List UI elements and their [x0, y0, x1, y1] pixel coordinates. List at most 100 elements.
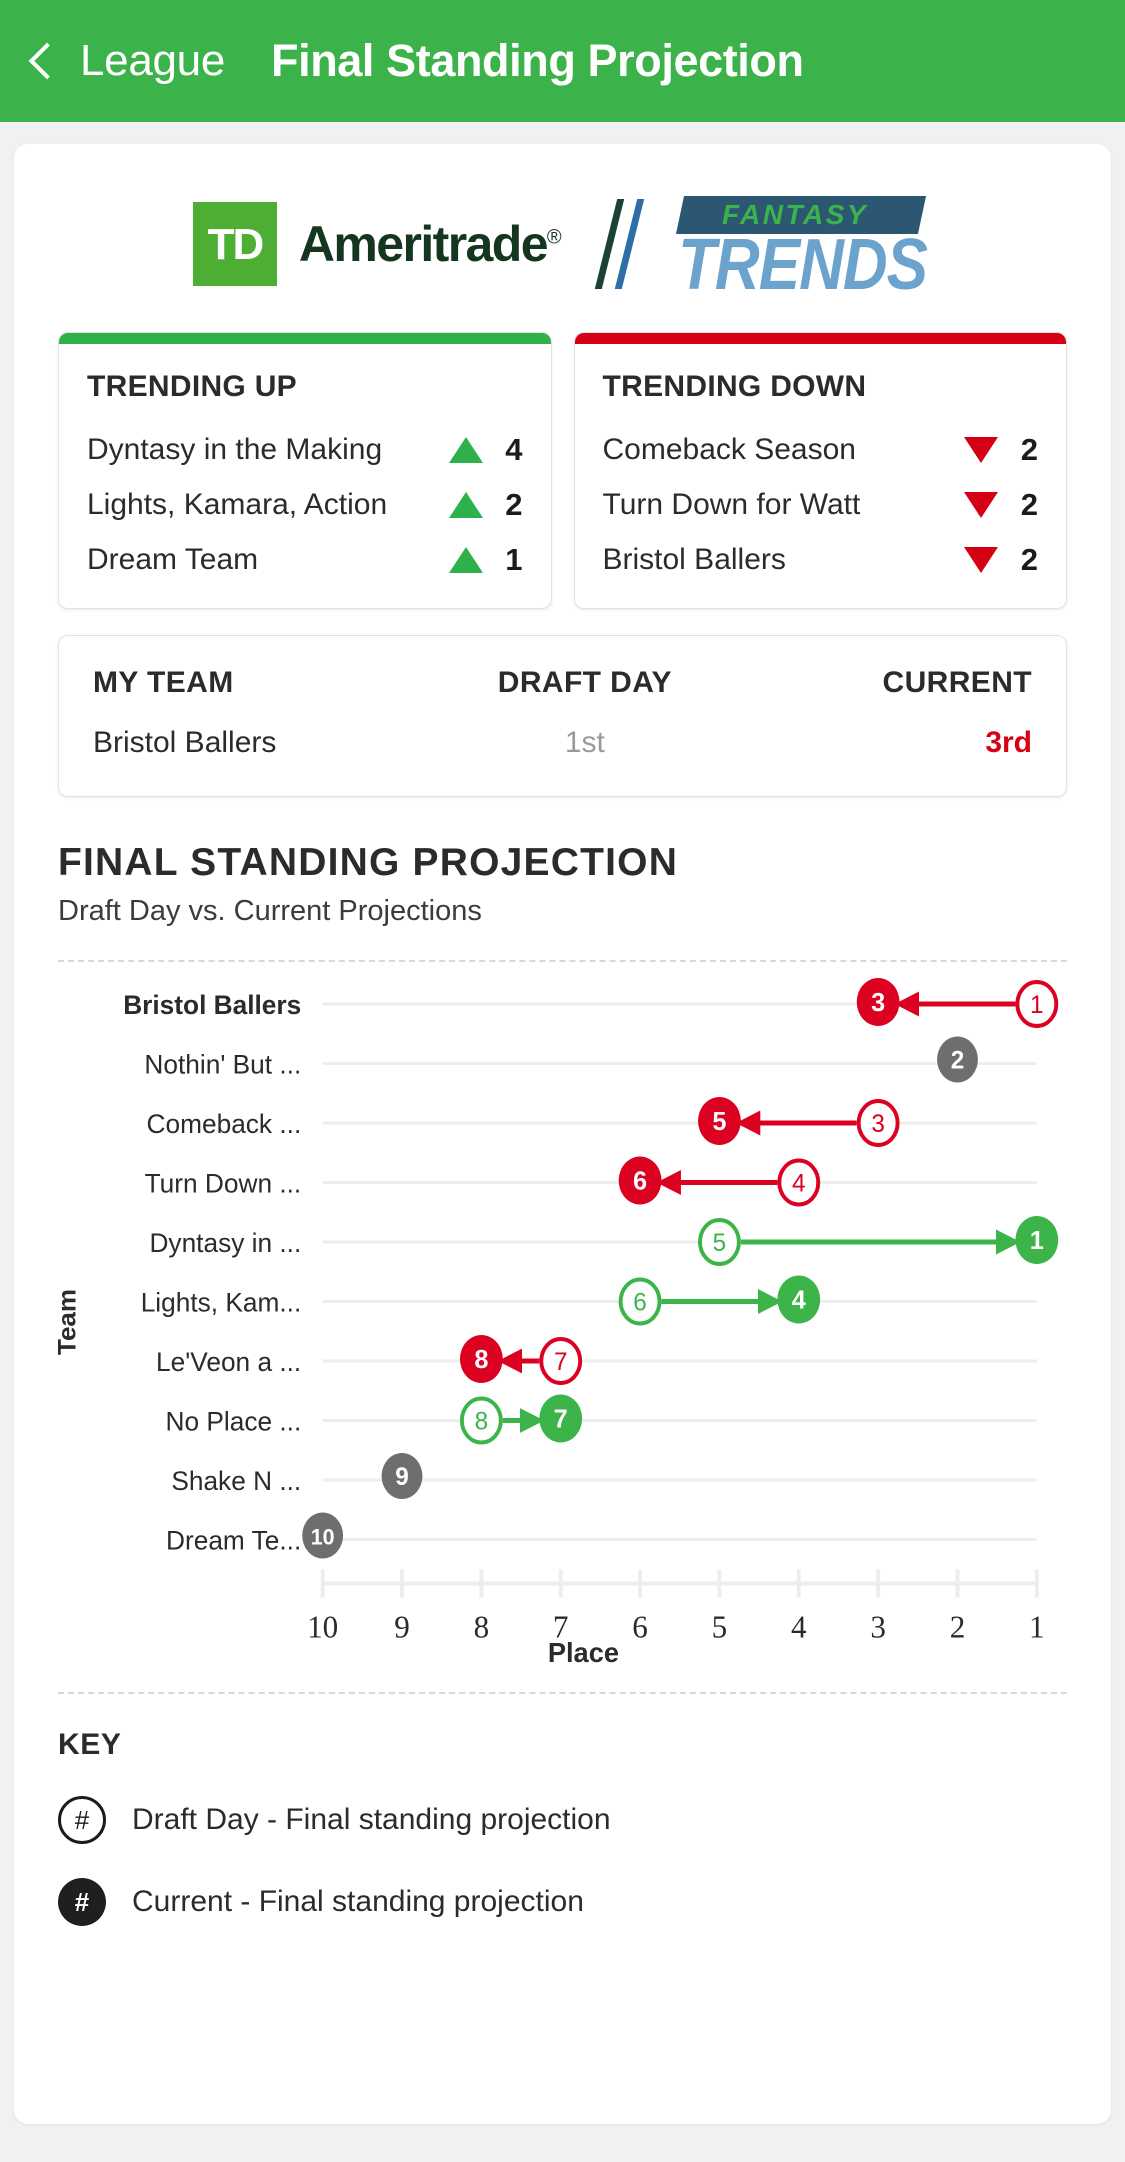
- chart-x-tick-label: 6: [632, 1609, 648, 1644]
- key-title: KEY: [58, 1728, 122, 1761]
- chart-section-header: FINAL STANDING PROJECTION Draft Day vs. …: [14, 797, 1111, 928]
- svg-text:8: 8: [474, 1346, 488, 1374]
- trending-down-item-value: 2: [1020, 542, 1038, 577]
- chart-marker-up[interactable]: 64: [618, 1275, 821, 1326]
- double-slash-divider-icon: [584, 199, 660, 289]
- chart-y-axis-title: Team: [58, 1289, 81, 1355]
- svg-text:7: 7: [554, 1349, 568, 1376]
- chart-marker-down[interactable]: 46: [618, 1156, 821, 1207]
- my-team-draft-day-place: 1st: [564, 726, 605, 759]
- trending-down-accent-bar: [574, 333, 1066, 344]
- trending-down-card: TRENDING DOWN Comeback Season 2 Turn Dow…: [573, 332, 1067, 609]
- trending-down-item[interactable]: Comeback Season 2: [603, 432, 1039, 468]
- triangle-up-icon: [448, 437, 483, 463]
- sponsor-logo-row: TD Ameritrade® FANTASY TRENDS: [14, 144, 1111, 318]
- triangle-up-icon: [448, 492, 483, 518]
- trending-down-item[interactable]: Bristol Ballers 2: [603, 542, 1039, 578]
- chart-team-label: Turn Down ...: [145, 1168, 302, 1198]
- trending-down-heading: TRENDING DOWN: [602, 370, 867, 403]
- trending-down-item-name: Comeback Season: [602, 433, 856, 466]
- svg-text:4: 4: [792, 1286, 807, 1314]
- chart-svg: Bristol Ballers Nothin' But ... Comeback .…: [58, 978, 1059, 1668]
- chart-marker-down[interactable]: 35: [698, 1097, 900, 1147]
- current-column-header: CURRENT: [882, 666, 1032, 699]
- my-team-name: Bristol Ballers: [93, 726, 277, 759]
- chart-x-tick-label: 3: [870, 1609, 886, 1644]
- trending-up-item-name: Dream Team: [87, 543, 259, 576]
- chart-marker-up[interactable]: 51: [698, 1216, 1059, 1266]
- td-ameritrade-logo: TD Ameritrade®: [192, 202, 562, 286]
- chart-marker-down[interactable]: 78: [459, 1335, 583, 1385]
- trending-up-item[interactable]: Dyntasy in the Making 4: [87, 432, 523, 468]
- chart-markers: 13235465 16 4788 7910: [302, 978, 1059, 1559]
- td-logo-word-text: Ameritrade: [298, 216, 549, 272]
- chart-team-label: Dyntasy in ...: [149, 1228, 301, 1258]
- svg-text:5: 5: [713, 1230, 727, 1257]
- trending-down-item-value: 2: [1020, 432, 1038, 467]
- trending-up-card: TRENDING UP Dyntasy in the Making 4 Ligh…: [58, 332, 552, 609]
- final-standing-chart: Bristol Ballers Nothin' But ... Comeback .…: [58, 962, 1067, 1682]
- svg-text:1: 1: [1030, 1227, 1044, 1255]
- chart-marker-neutral[interactable]: 2: [937, 1036, 978, 1083]
- triangle-down-icon: [964, 437, 998, 463]
- my-team-header-row: MY TEAM DRAFT DAY CURRENT: [93, 666, 1032, 700]
- chart-team-label: Nothin' But ...: [144, 1049, 301, 1079]
- page-title: Final Standing Projection: [271, 35, 804, 86]
- chart-marker-up[interactable]: 87: [459, 1394, 583, 1445]
- svg-text:7: 7: [554, 1405, 568, 1433]
- chart-team-label: Le'Veon a ...: [156, 1347, 301, 1377]
- chart-marker-neutral[interactable]: 10: [302, 1512, 344, 1559]
- chart-team-label: Shake N ...: [171, 1466, 301, 1496]
- chart-key: KEY # Draft Day - Final standing project…: [14, 1694, 1111, 1926]
- td-logo-mark: TD: [192, 202, 277, 286]
- trending-up-item-name: Dyntasy in the Making: [87, 433, 383, 466]
- top-navigation-bar: League Final Standing Projection: [0, 0, 1125, 122]
- trending-up-heading: TRENDING UP: [87, 370, 297, 403]
- registered-trademark-icon: ®: [546, 226, 562, 249]
- td-logo-mark-text: TD: [207, 220, 265, 269]
- chart-marker-neutral[interactable]: 9: [381, 1453, 423, 1499]
- fantasy-trends-bottom-text: TRENDS: [678, 225, 928, 306]
- my-team-card: MY TEAM DRAFT DAY CURRENT Bristol Baller…: [58, 635, 1067, 797]
- chart-team-label: Lights, Kam...: [141, 1287, 302, 1317]
- key-item-label: Current - Final standing projection: [132, 1885, 584, 1918]
- key-item-label: Draft Day - Final standing projection: [132, 1803, 611, 1836]
- svg-text:3: 3: [871, 989, 885, 1017]
- svg-text:10: 10: [311, 1524, 335, 1549]
- chart-x-tick-label: 4: [791, 1609, 807, 1644]
- chart-team-label: No Place ...: [166, 1406, 302, 1436]
- triangle-up-icon: [448, 547, 483, 573]
- my-team-column-header: MY TEAM: [93, 666, 234, 699]
- chart-gridlines: [322, 1002, 1037, 1541]
- trending-up-body: TRENDING UP Dyntasy in the Making 4 Ligh…: [59, 344, 551, 608]
- trending-up-item[interactable]: Lights, Kamara, Action 2: [87, 487, 523, 523]
- trending-cards-row: TRENDING UP Dyntasy in the Making 4 Ligh…: [14, 332, 1111, 609]
- chart-x-tick-label: 8: [474, 1609, 490, 1644]
- trending-up-item[interactable]: Dream Team 1: [87, 542, 523, 578]
- trending-up-item-value: 1: [505, 542, 523, 577]
- trending-up-item-value: 2: [505, 487, 523, 522]
- chart-x-tick-label: 2: [950, 1609, 966, 1644]
- trending-down-body: TRENDING DOWN Comeback Season 2 Turn Dow…: [575, 344, 1067, 608]
- triangle-down-icon: [964, 547, 998, 573]
- back-button-label: League: [80, 36, 226, 85]
- my-team-value-row: Bristol Ballers 1st 3rd: [93, 726, 1032, 760]
- trending-down-item-value: 2: [1020, 487, 1038, 522]
- content-sheet: TD Ameritrade® FANTASY TRENDS TRENDING U…: [14, 144, 1111, 2124]
- trending-up-accent-bar: [59, 333, 551, 344]
- chart-title: FINAL STANDING PROJECTION: [58, 841, 679, 884]
- chart-marker-down[interactable]: 13: [856, 978, 1059, 1028]
- triangle-down-icon: [964, 492, 998, 518]
- draft-day-column-header: DRAFT DAY: [497, 666, 672, 699]
- back-button[interactable]: League: [28, 36, 225, 86]
- trending-up-item-value: 4: [505, 432, 523, 467]
- trending-down-item-name: Turn Down for Watt: [602, 488, 861, 521]
- chart-team-label: Dream Te...: [166, 1525, 301, 1555]
- svg-text:6: 6: [633, 1289, 647, 1316]
- trending-down-item[interactable]: Turn Down for Watt 2: [603, 487, 1039, 523]
- chart-x-tick-label: 5: [712, 1609, 728, 1644]
- solid-badge-icon: #: [58, 1878, 106, 1926]
- chevron-left-icon: [28, 42, 66, 80]
- chart-team-label: Bristol Ballers: [123, 990, 301, 1020]
- trending-down-item-name: Bristol Ballers: [602, 543, 786, 576]
